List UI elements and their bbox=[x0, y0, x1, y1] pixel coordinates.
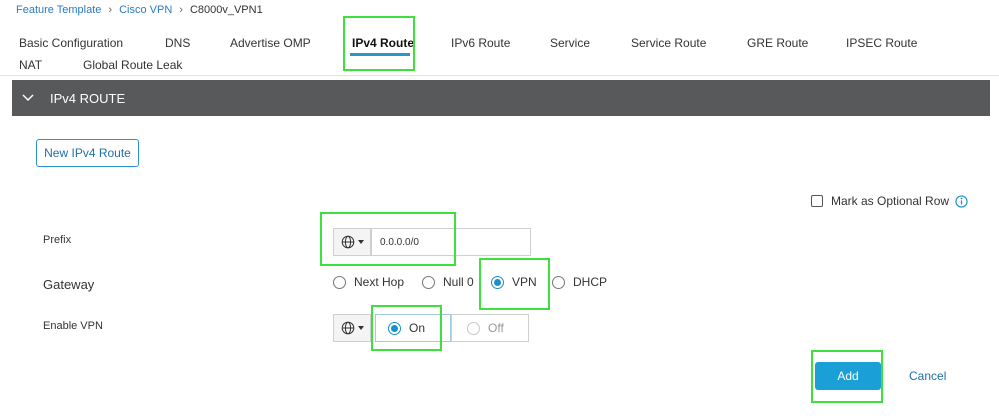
tab-service[interactable]: Service bbox=[550, 36, 590, 50]
annotation-highlight-ipv4-tab bbox=[343, 16, 415, 71]
gateway-option-label: DHCP bbox=[573, 275, 608, 289]
gateway-option-null0[interactable]: Null 0 bbox=[422, 275, 474, 289]
globe-icon bbox=[341, 321, 354, 335]
gateway-label: Gateway bbox=[43, 277, 95, 292]
new-ipv4-route-button[interactable]: New IPv4 Route bbox=[36, 139, 139, 167]
gateway-option-next-hop[interactable]: Next Hop bbox=[333, 275, 404, 289]
enable-vpn-off-label: Off bbox=[488, 321, 504, 335]
radio-button[interactable] bbox=[422, 275, 435, 289]
tab-basic-configuration[interactable]: Basic Configuration bbox=[19, 36, 123, 50]
annotation-highlight-vpn bbox=[479, 258, 550, 310]
annotation-highlight-on bbox=[371, 305, 442, 351]
enable-vpn-scope-dropdown[interactable] bbox=[333, 314, 371, 342]
gateway-option-label: Next Hop bbox=[354, 275, 405, 289]
cancel-button[interactable]: Cancel bbox=[909, 369, 946, 383]
enable-vpn-off-radio-group[interactable]: Off bbox=[467, 321, 504, 335]
tab-bar: Basic Configuration DNS Advertise OMP IP… bbox=[0, 0, 999, 76]
enable-vpn-off-option[interactable]: Off bbox=[451, 314, 529, 342]
tab-advertise-omp[interactable]: Advertise OMP bbox=[230, 36, 311, 50]
info-icon[interactable] bbox=[955, 194, 968, 208]
tab-ipv6-route[interactable]: IPv6 Route bbox=[451, 36, 510, 50]
annotation-highlight-prefix bbox=[320, 212, 456, 266]
tab-global-route-leak[interactable]: Global Route Leak bbox=[83, 58, 182, 72]
tab-nat[interactable]: NAT bbox=[19, 58, 42, 72]
tab-dns[interactable]: DNS bbox=[165, 36, 190, 50]
ipv4-route-section-header[interactable]: IPv4 ROUTE bbox=[12, 80, 990, 116]
gateway-option-dhcp[interactable]: DHCP bbox=[552, 275, 607, 289]
tabs-divider bbox=[0, 75, 999, 76]
radio-button[interactable] bbox=[467, 321, 480, 335]
enable-vpn-label: Enable VPN bbox=[43, 320, 103, 332]
optional-row-checkbox[interactable] bbox=[811, 195, 823, 207]
tab-ipsec-route[interactable]: IPSEC Route bbox=[846, 36, 917, 50]
chevron-down-icon bbox=[22, 94, 34, 102]
optional-row-control: Mark as Optional Row bbox=[811, 194, 968, 208]
tab-service-route[interactable]: Service Route bbox=[631, 36, 706, 50]
section-title: IPv4 ROUTE bbox=[50, 90, 126, 106]
annotation-highlight-add bbox=[811, 350, 883, 403]
prefix-label: Prefix bbox=[43, 234, 72, 246]
optional-row-label: Mark as Optional Row bbox=[831, 194, 950, 208]
radio-button[interactable] bbox=[552, 275, 565, 289]
gateway-option-label: Null 0 bbox=[443, 275, 474, 289]
radio-button[interactable] bbox=[333, 275, 346, 289]
tab-gre-route[interactable]: GRE Route bbox=[747, 36, 808, 50]
caret-down-icon bbox=[357, 326, 364, 330]
